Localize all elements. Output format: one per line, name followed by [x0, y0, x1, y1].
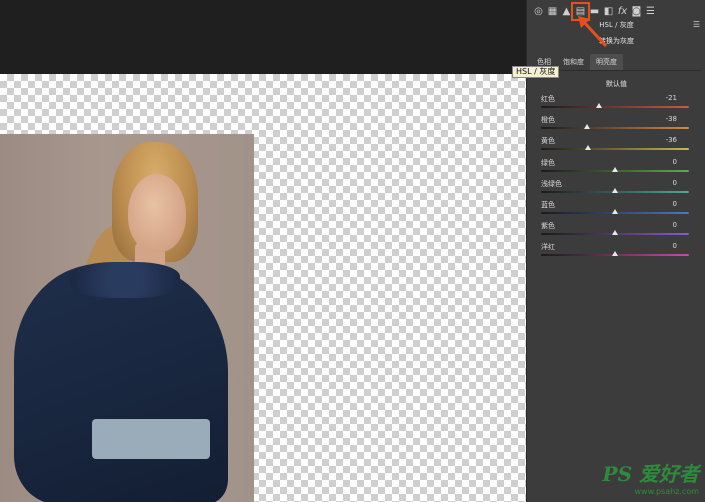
slider-value[interactable]: -36: [666, 136, 677, 144]
slider-row: 黄色 -36: [541, 136, 691, 157]
slider-track[interactable]: [541, 106, 689, 108]
slider-row: 蓝色 0: [541, 200, 691, 221]
basic-icon[interactable]: ◎: [532, 5, 545, 18]
tab-luminance[interactable]: 明亮度: [590, 54, 623, 70]
fx-icon[interactable]: fx: [616, 5, 629, 18]
slider-label: 绿色: [541, 158, 555, 167]
slider-row: 浅绿色 0: [541, 179, 691, 200]
slider-value[interactable]: 0: [673, 179, 677, 187]
slider-track[interactable]: [541, 127, 689, 130]
slider-thumb[interactable]: [596, 103, 603, 108]
slider-label: 洋红: [541, 243, 555, 252]
watermark: PS 爱好者 www.psahz.com: [603, 458, 699, 496]
slider-thumb[interactable]: [583, 124, 590, 130]
menu-icon[interactable]: ☰: [693, 20, 700, 29]
collar: [70, 262, 180, 298]
panel-icon-bar: ◎ ▦ ▲ ▤ ▬ ◧ fx ◙ ☰: [527, 1, 705, 21]
tab-saturation[interactable]: 饱和度: [557, 54, 590, 70]
convert-to-grayscale-checkbox[interactable]: 转换为灰度: [527, 36, 705, 46]
slider-thumb[interactable]: [612, 187, 618, 193]
slider-label: 浅绿色: [541, 179, 562, 188]
panel-title: HSL / 灰度: [599, 21, 634, 29]
face: [128, 174, 186, 252]
watermark-logo: PS 爱好者: [602, 462, 699, 486]
slider-thumb[interactable]: [612, 230, 618, 236]
slider-value[interactable]: 0: [673, 158, 677, 166]
camera-calibration-icon[interactable]: ◙: [630, 5, 643, 18]
slider-row: 绿色 0: [541, 158, 691, 179]
tooltip: HSL / 灰度: [512, 66, 560, 78]
slider-track[interactable]: [541, 148, 689, 151]
presets-icon[interactable]: ☰: [644, 5, 657, 18]
cape: [14, 264, 228, 502]
slider-thumb[interactable]: [612, 166, 618, 172]
slider-value[interactable]: 0: [673, 200, 677, 208]
portrait-photo: [0, 134, 254, 502]
canvas-top-area: [0, 0, 526, 74]
slider-label: 蓝色: [541, 200, 555, 209]
slider-row: 红色 -21: [541, 94, 691, 115]
slider-row: 洋红 0: [541, 242, 691, 263]
belt: [92, 419, 210, 459]
slider-label: 紫色: [541, 222, 555, 231]
slider-value[interactable]: -21: [666, 94, 677, 102]
luminance-sliders: 红色 -21 橙色 -38 黄色 -36 绿色 0 浅绿色 0 蓝色 0 紫色 0 洋红 0: [541, 94, 691, 264]
slider-thumb[interactable]: [612, 208, 618, 214]
annotation-arrow-icon: [578, 16, 608, 48]
slider-label: 橙色: [541, 116, 555, 125]
detail-icon[interactable]: ▲: [560, 5, 573, 18]
slider-thumb[interactable]: [612, 251, 618, 257]
slider-value[interactable]: 0: [673, 221, 677, 229]
default-button[interactable]: 默认值: [527, 79, 705, 89]
slider-label: 黄色: [541, 137, 555, 146]
slider-row: 橙色 -38: [541, 115, 691, 136]
slider-value[interactable]: 0: [673, 242, 677, 250]
slider-label: 红色: [541, 95, 555, 103]
watermark-url: www.psahz.com: [634, 487, 699, 496]
slider-row: 紫色 0: [541, 221, 691, 242]
slider-thumb[interactable]: [585, 145, 592, 151]
slider-value[interactable]: -38: [666, 115, 677, 123]
tone-curve-icon[interactable]: ▦: [546, 5, 559, 18]
